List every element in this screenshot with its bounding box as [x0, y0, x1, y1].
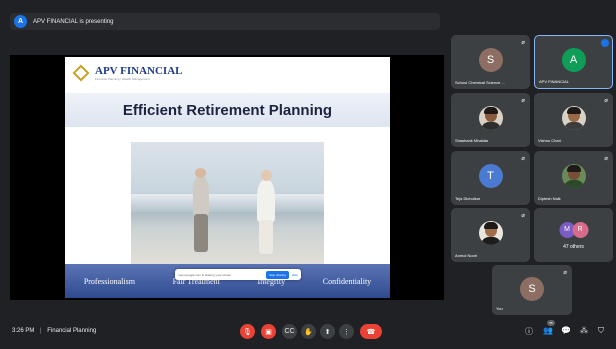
slide: APV FINANCIAL Financial Planning | Wealt…	[65, 57, 390, 298]
avatar	[478, 221, 503, 246]
participant-name: School Chemical Science ...	[455, 80, 505, 85]
presentation-stage[interactable]: APV FINANCIAL Financial Planning | Wealt…	[10, 55, 444, 300]
slide-title-band: Efficient Retirement Planning	[65, 93, 390, 127]
avatar	[561, 164, 586, 189]
meeting-info: 3:26 PM | Financial Planning	[12, 328, 96, 334]
more-options-icon[interactable]: ⋮	[339, 324, 354, 339]
mic-off-icon: ⌀	[521, 156, 525, 162]
others-count: 47 others	[563, 244, 584, 250]
avatar: S	[478, 48, 503, 73]
present-icon[interactable]: ⬆	[320, 324, 335, 339]
brand-tagline: Financial Planning | Wealth Management	[95, 76, 150, 81]
presenter-avatar: A	[14, 15, 27, 28]
participant-tile[interactable]: ⌀ T Teja Dicholkar	[451, 151, 530, 205]
participant-tile[interactable]: A APV FINANCIAL	[534, 35, 613, 89]
slide-header: APV FINANCIAL Financial Planning | Wealt…	[65, 57, 390, 89]
avatar: A	[561, 48, 586, 73]
presenting-label: APV FINANCIAL is presenting	[33, 18, 114, 25]
participant-name: Anmol Noori	[455, 253, 478, 258]
speaking-indicator-icon	[601, 39, 609, 47]
woman-legs	[259, 220, 273, 254]
camera-off-icon[interactable]: ▣	[261, 324, 276, 339]
control-bar: 3:26 PM | Financial Planning 🎙 ▣ CC ✋ ⬆ …	[0, 316, 616, 349]
value-item: Professionalism	[83, 276, 135, 286]
participant-name: APV FINANCIAL	[539, 79, 570, 84]
mic-off-icon: ⌀	[604, 98, 608, 104]
man-figure	[193, 176, 209, 216]
participant-name: Diptesh Naik	[538, 196, 561, 201]
slide-title: Efficient Retirement Planning	[122, 101, 333, 119]
mic-off-icon: ⌀	[521, 213, 525, 219]
activities-icon[interactable]: ⁂	[580, 326, 588, 335]
share-notice-text: meet.google.com is sharing your screen.	[178, 272, 233, 277]
brand-name: APV FINANCIAL	[95, 64, 183, 77]
people-count-badge: 55	[547, 320, 555, 326]
others-avatars: M R	[559, 221, 588, 238]
man-legs	[194, 214, 208, 252]
chat-icon[interactable]: 💬	[561, 326, 571, 335]
participant-tile[interactable]: ⌀ Diptesh Naik	[534, 151, 613, 205]
clock: 3:26 PM	[12, 328, 35, 334]
separator: |	[40, 328, 42, 334]
woman-figure	[257, 180, 275, 222]
participant-name: You	[496, 306, 503, 311]
mic-off-icon: ⌀	[521, 98, 525, 104]
participant-tile[interactable]: ⌀ S School Chemical Science ...	[451, 35, 530, 89]
woman-head	[261, 170, 272, 181]
meet-window: A APV FINANCIAL is presenting APV FINANC…	[0, 0, 616, 349]
stop-sharing-button[interactable]: Stop sharing	[265, 270, 289, 279]
participant-tile[interactable]: ⌀ Vishnu Chari	[534, 93, 613, 147]
captions-icon[interactable]: CC	[282, 324, 297, 339]
participant-name: Teja Dicholkar	[455, 196, 481, 201]
mic-off-icon: ⌀	[604, 156, 608, 162]
participant-name: Vishnu Chari	[538, 138, 561, 143]
sea-waves	[131, 194, 324, 212]
end-call-button[interactable]: ☎	[360, 324, 382, 339]
participant-tile[interactable]: ⌀ Shashank Mhaldar	[451, 93, 530, 147]
info-icon[interactable]: ⓘ	[525, 326, 533, 337]
avatar: T	[478, 164, 503, 189]
hide-notice-button[interactable]: Hide	[292, 273, 298, 277]
mic-off-icon[interactable]: 🎙	[240, 324, 255, 339]
presenting-banner: A APV FINANCIAL is presenting	[10, 13, 440, 30]
participant-name: Shashank Mhaldar	[455, 138, 489, 143]
mic-off-icon: ⌀	[563, 270, 567, 276]
brand-logo-icon	[72, 64, 90, 82]
participant-tile[interactable]: ⌀ Anmol Noori	[451, 208, 530, 262]
host-controls-icon[interactable]: ⛉	[598, 326, 604, 336]
value-item: Confidentiality	[322, 276, 372, 286]
meeting-name: Financial Planning	[47, 328, 97, 334]
people-icon[interactable]: 👥	[543, 326, 553, 335]
avatar	[478, 106, 503, 131]
others-tile[interactable]: M R 47 others	[534, 208, 613, 262]
avatar: S	[520, 276, 544, 301]
man-head	[195, 168, 206, 178]
avatar: R	[572, 221, 588, 238]
screen-share-notice: meet.google.com is sharing your screen. …	[175, 269, 301, 280]
mic-off-icon: ⌀	[521, 40, 525, 46]
raise-hand-icon[interactable]: ✋	[301, 324, 316, 339]
self-tile[interactable]: ⌀ S You	[492, 265, 572, 315]
retirement-photo	[131, 142, 324, 265]
avatar	[561, 106, 586, 131]
